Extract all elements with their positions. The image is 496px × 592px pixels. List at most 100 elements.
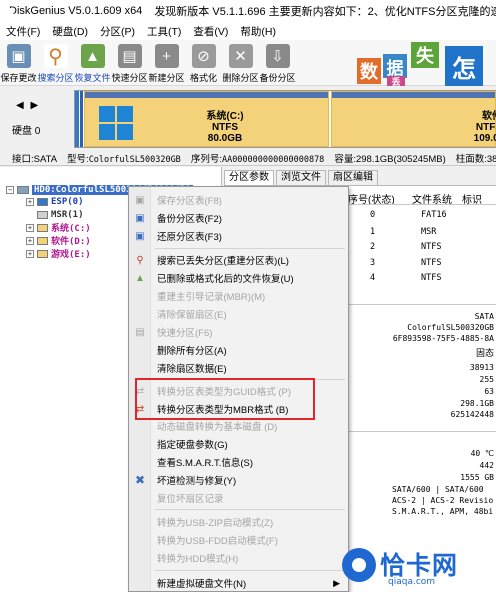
table-row-fs: FAT16	[421, 210, 447, 220]
title-bar: DiskGenius V5.0.1.609 x64 发现新版本 V5.1.1.6…	[0, 0, 496, 22]
update-notice[interactable]: 发现新版本 V5.1.1.696 主要更新内容如下：2、优化NTFS分区克隆的速…	[154, 3, 496, 19]
menu-view[interactable]: 查看(V)	[187, 24, 234, 39]
table-row-index: 3	[370, 258, 376, 268]
format-icon: ⊘	[191, 44, 216, 68]
table-row-fs: NTFS	[421, 273, 442, 283]
disk-nav-arrows[interactable]: ◀ ▶	[16, 100, 40, 111]
menu-usb-fdd[interactable]: 转换为USB-FDD启动模式(F)	[129, 531, 348, 549]
menu-search-lost-partitions[interactable]: ⚲ 搜索已丢失分区(重建分区表)(L)	[129, 251, 348, 269]
promo-banner[interactable]: 数 据 丢 失 怎	[355, 40, 496, 88]
save-icon: ▣	[6, 44, 31, 68]
windows-logo-icon	[99, 106, 133, 140]
detail-value: 40 ℃	[470, 449, 494, 458]
menu-rebuild-mbr[interactable]: 重建主引导记录(MBR)(M)	[129, 287, 348, 305]
menu-hdd-mode[interactable]: 转换为HDD模式(H)	[129, 549, 348, 567]
menu-delete-all-partitions[interactable]: 删除所有分区(A)	[129, 341, 348, 359]
partition-icon	[37, 223, 48, 232]
quick-partition-button[interactable]: ▤ 快速分区	[111, 40, 148, 86]
partition-icon	[37, 197, 48, 206]
disk-label: 硬盘 0	[12, 126, 41, 137]
menu-tools[interactable]: 工具(T)	[141, 24, 187, 39]
menu-backup-partition-table[interactable]: ▣ 备份分区表(F2)	[129, 209, 348, 227]
tab-partition-params[interactable]: 分区参数	[224, 170, 274, 185]
delete-partition-button[interactable]: ✕ 删除分区	[222, 40, 259, 86]
table-row-fs: NTFS	[421, 258, 442, 268]
disk-navigator: ◀ ▶ 硬盘 0	[0, 86, 74, 150]
menu-restore-partition-table[interactable]: ▣ 还原分区表(F3)	[129, 227, 348, 245]
search-lost-icon: ⚲	[136, 254, 144, 266]
detail-tabs: 分区参数 浏览文件 扇区编辑	[224, 170, 496, 185]
detail-value: SATA/600 | SATA/600	[392, 485, 484, 494]
table-row-index: 0	[370, 210, 376, 220]
new-partition-button[interactable]: + 新建分区	[148, 40, 185, 86]
expand-icon[interactable]: +	[26, 223, 34, 232]
promo-char-1: 数	[357, 58, 381, 84]
menu-clear-sector-data[interactable]: 清除扇区数据(E)	[129, 359, 348, 377]
table-row-index: 1	[370, 227, 376, 237]
menu-usb-zip[interactable]: 转换为USB-ZIP启动模式(Z)	[129, 513, 348, 531]
tab-browse-files[interactable]: 浏览文件	[276, 170, 326, 185]
collapse-icon[interactable]: −	[6, 185, 14, 194]
tree-partition-msr[interactable]: MSR(1)	[37, 208, 84, 221]
recover-file-button[interactable]: ▲ 恢复文件	[74, 40, 111, 86]
format-button[interactable]: ⊘ 格式化	[185, 40, 222, 86]
menu-save-partition-table[interactable]: ▣ 保存分区表(F8)	[129, 191, 348, 209]
search-icon: ⚲	[43, 44, 68, 68]
tree-partition-games[interactable]: + 游戏(E:)	[26, 247, 91, 260]
system-partition-segment[interactable]: 系统(C:) NTFS 80.0GB	[84, 91, 329, 147]
recover-icon: ▲	[80, 44, 105, 68]
detail-value: 1555 GB	[460, 473, 494, 482]
window-title: DiskGenius V5.0.1.609 x64	[9, 5, 143, 17]
detail-value: 255	[479, 375, 494, 384]
delete-icon: ✕	[228, 44, 253, 68]
highlight-box	[135, 378, 315, 420]
menu-bad-sector-check[interactable]: ✖ 坏道检测与修复(Y)	[129, 471, 348, 489]
quick-partition-icon: ▤	[117, 44, 142, 68]
tab-sector-editor[interactable]: 扇区编辑	[328, 170, 378, 185]
menu-help[interactable]: 帮助(H)	[234, 24, 282, 39]
backup-icon: ⇩	[265, 44, 290, 68]
expand-icon[interactable]: +	[26, 249, 34, 258]
bad-sector-icon: ✖	[134, 473, 146, 487]
watermark: 恰卡网 qiaqa.com	[342, 544, 492, 590]
esp-segment[interactable]	[75, 91, 79, 147]
file-recovery-icon: ▲	[135, 272, 145, 284]
menu-reset-bad-sectors[interactable]: 复位坏扇区记录	[129, 489, 348, 507]
menu-quick-partition[interactable]: ▤ 快速分区(F6)	[129, 323, 348, 341]
expand-icon[interactable]: +	[26, 236, 34, 245]
menu-view-smart[interactable]: 查看S.M.A.R.T.信息(S)	[129, 453, 348, 471]
submenu-arrow-icon: ▶	[333, 577, 340, 588]
detail-value: 625142448	[450, 410, 494, 419]
cylinders-info: 柱面数:38913	[455, 153, 496, 165]
backup-partition-button[interactable]: ⇩ 备份分区	[259, 40, 296, 86]
menu-disk[interactable]: 硬盘(D)	[46, 24, 94, 39]
menu-new-virtual-disk[interactable]: 新建虚拟硬盘文件(N) ▶	[129, 574, 348, 591]
menu-clear-reserved-sectors[interactable]: 清除保留扇区(E)	[129, 305, 348, 323]
detail-value: 固态	[475, 349, 494, 359]
model-info: 型号:ColorfulSL500320GB	[67, 153, 181, 165]
tree-partition-system[interactable]: + 系统(C:)	[26, 221, 91, 234]
save-icon: ▣	[135, 194, 145, 206]
capacity-info: 容量:298.1GB(305245MB)	[334, 153, 446, 165]
detail-value: S.M.A.R.T., APM, 48bi	[392, 507, 494, 516]
expand-icon[interactable]: +	[26, 197, 34, 206]
menu-partition[interactable]: 分区(P)	[94, 24, 141, 39]
detail-value: 298.1GB	[460, 399, 494, 408]
save-changes-button[interactable]: ▣ 保存更改	[0, 40, 37, 86]
detail-value: 442	[479, 461, 494, 470]
quick-partition-icon: ▤	[135, 326, 145, 338]
tree-partition-software[interactable]: + 软件(D:)	[26, 234, 91, 247]
detail-value: ColorfulSL500320GB	[407, 323, 494, 332]
watermark-logo-icon	[342, 548, 376, 582]
search-partition-button[interactable]: ⚲ 搜索分区	[37, 40, 74, 86]
partition-icon	[37, 210, 48, 219]
software-partition-segment[interactable]: 软件 NTFS 109.0(	[331, 91, 496, 147]
detail-value: SATA	[474, 312, 494, 321]
tree-partition-esp[interactable]: + ESP(0)	[26, 195, 84, 208]
new-partition-icon: +	[154, 44, 179, 68]
menu-specify-disk-params[interactable]: 指定硬盘参数(G)	[129, 435, 348, 453]
msr-segment[interactable]	[80, 91, 83, 147]
menu-file[interactable]: 文件(F)	[0, 24, 46, 39]
promo-char-4: 失	[411, 42, 439, 68]
menu-file-recovery[interactable]: ▲ 已删除或格式化后的文件恢复(U)	[129, 269, 348, 287]
